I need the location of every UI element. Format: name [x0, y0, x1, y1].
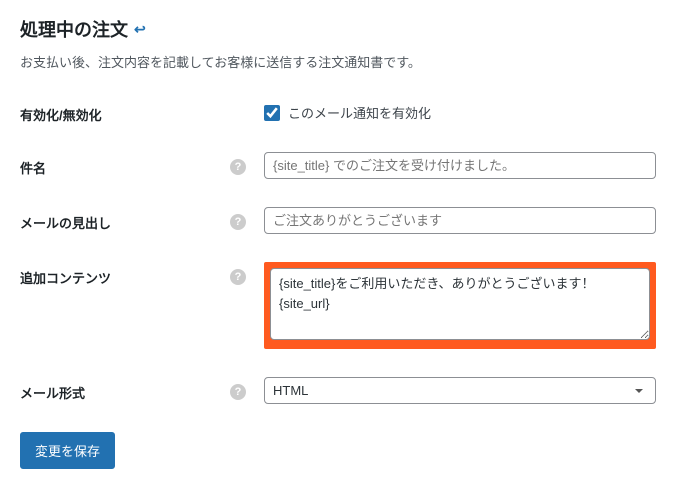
subject-label: 件名: [20, 158, 46, 177]
enable-checkbox-label: このメール通知を有効化: [288, 103, 431, 122]
enable-checkbox[interactable]: [264, 105, 280, 121]
page-description: お支払い後、注文内容を記載してお客様に送信する注文通知書です。: [20, 52, 656, 71]
help-icon[interactable]: ?: [230, 214, 246, 230]
help-icon[interactable]: ?: [230, 159, 246, 175]
enable-checkbox-row[interactable]: このメール通知を有効化: [264, 99, 656, 122]
page-title: 処理中の注文: [20, 16, 128, 42]
help-icon[interactable]: ?: [230, 269, 246, 285]
enable-label: 有効化/無効化: [20, 105, 102, 124]
additional-textarea[interactable]: [270, 268, 650, 340]
subject-input[interactable]: [264, 152, 656, 179]
back-icon[interactable]: ↩: [134, 21, 146, 38]
help-icon[interactable]: ?: [230, 384, 246, 400]
additional-label: 追加コンテンツ: [20, 268, 111, 287]
format-select[interactable]: HTML: [264, 377, 656, 404]
format-label: メール形式: [20, 383, 85, 402]
heading-label: メールの見出し: [20, 213, 111, 232]
heading-input[interactable]: [264, 207, 656, 234]
additional-highlight-box: [264, 262, 656, 349]
save-button[interactable]: 変更を保存: [20, 432, 115, 469]
